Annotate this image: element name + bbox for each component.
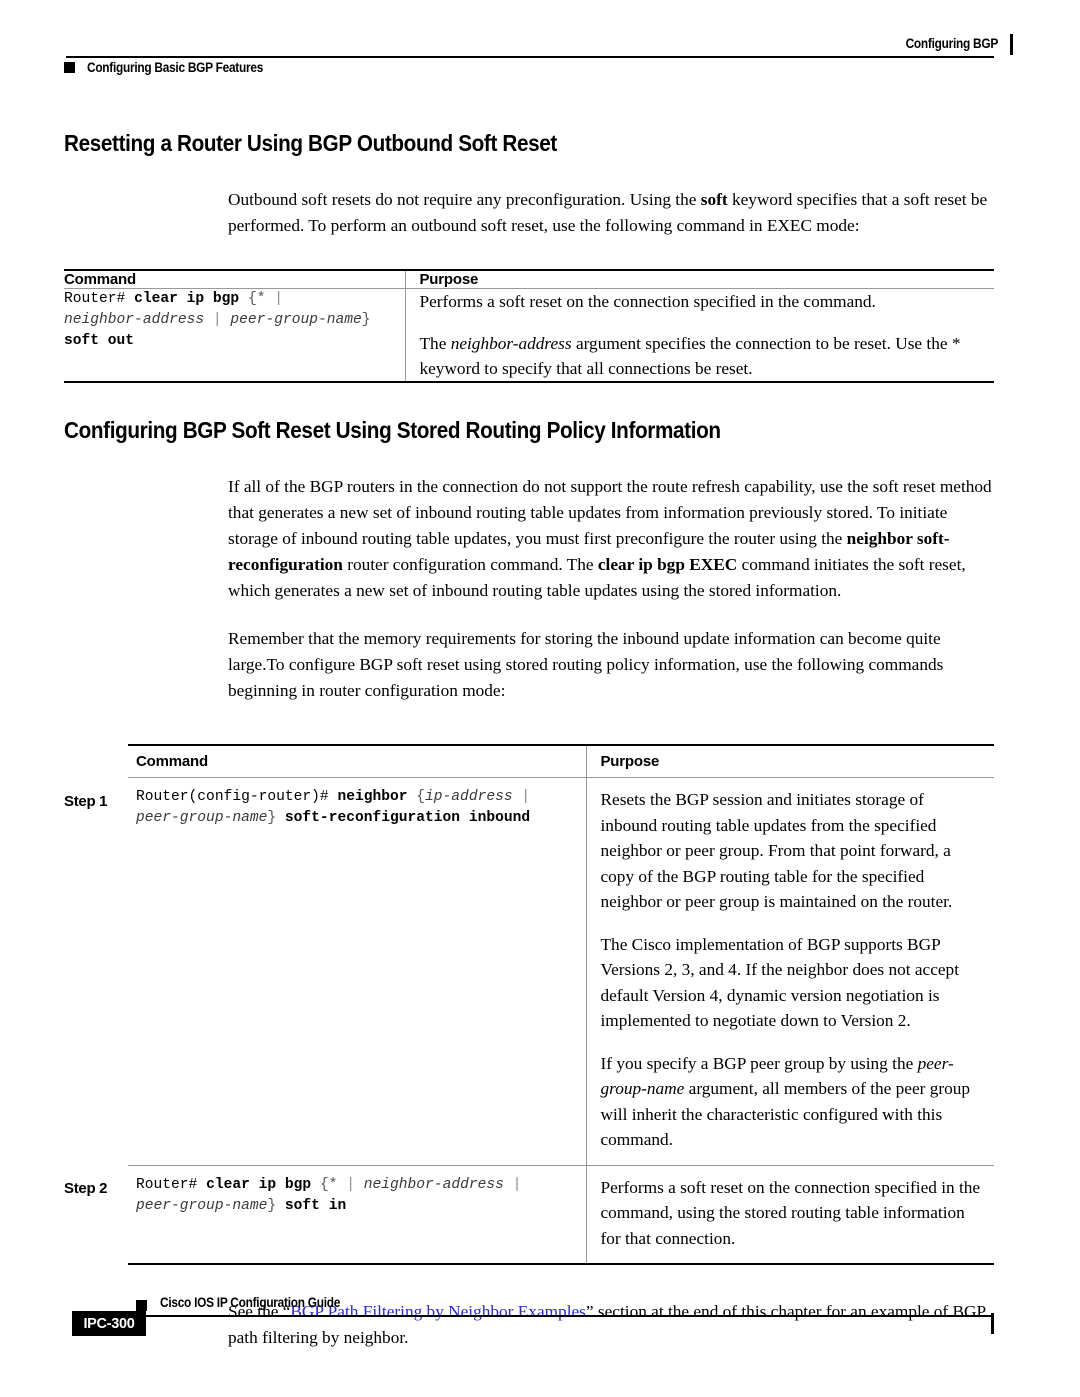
cli-arg-peer-group-name: peer-group-name: [230, 312, 362, 328]
cli-keyword-soft-reconfiguration-inbound: soft-reconfiguration inbound: [284, 810, 531, 826]
step-label: Step 2: [64, 1180, 108, 1197]
cli-open-brace: {*: [247, 291, 266, 307]
command-cell: Router# clear ip bgp {* | neighbor-addres…: [64, 288, 405, 383]
cli-pipe-1: |: [274, 291, 283, 307]
page-title-secondary: Configuring BGP Soft Reset Using Stored …: [64, 417, 721, 443]
column-header-step-spacer: [64, 745, 128, 778]
body-paragraph-1: If all of the BGP routers in the connect…: [228, 474, 994, 604]
table-header-row: Command Purpose: [64, 744, 994, 778]
footer-rule: [136, 1315, 994, 1317]
column-header-purpose: Purpose: [585, 744, 994, 778]
cli-keyword: clear ip bgp: [206, 1176, 312, 1193]
purpose-paragraph: Resets the BGP session and initiates sto…: [600, 790, 953, 911]
purpose-cell: Performs a soft reset on the connection …: [404, 288, 995, 383]
cli-keyword-soft-in: soft in: [284, 1197, 347, 1214]
purpose-cell: Performs a soft reset on the connection …: [585, 1165, 994, 1265]
intro-keyword-soft: soft: [700, 190, 728, 209]
footer-guide-title: Cisco IOS IP Configuration Guide: [160, 1295, 341, 1310]
body-paragraph-2: Remember that the memory requirements fo…: [228, 629, 944, 700]
cli-pipe-1: |: [521, 789, 531, 805]
purpose-paragraph: The Cisco implementation of BGP supports…: [600, 934, 960, 1031]
command-syntax: Router(config-router)# neighbor {ip-addr…: [136, 787, 574, 829]
header-right-tick-mark: [1010, 34, 1013, 55]
p1-part-c: router configuration command. The: [342, 555, 598, 574]
cli-arg-neighbor-address: neighbor-address: [363, 1176, 504, 1193]
table-row: Step 2 Router# clear ip bgp {* | neighbo…: [64, 1165, 994, 1265]
page-number-badge: IPC-300: [72, 1311, 146, 1336]
step-label: Step 1: [64, 792, 108, 810]
purpose-lead: The: [419, 334, 451, 353]
soft-reset-paragraph-block: If all of the BGP routers in the connect…: [228, 474, 994, 704]
intro-paragraph-block: Outbound soft resets do not require any …: [228, 187, 994, 239]
cli-arg-neighbor-address: neighbor-address: [64, 312, 205, 328]
cli-arg-ip-address: ip-address: [425, 789, 513, 805]
command-cell: Router(config-router)# neighbor {ip-addr…: [128, 777, 586, 1166]
column-header-command: Command: [64, 269, 405, 289]
cli-close-brace: }: [267, 1197, 277, 1214]
purpose-paragraph: If you specify a BGP peer group by using…: [601, 1051, 983, 1153]
purpose-arg-neighbor-address: neighbor-address: [450, 334, 572, 353]
footer-right-tick-mark: [991, 1313, 994, 1334]
cli-keyword: clear ip bgp: [134, 291, 240, 307]
purpose-paragraph: The neighbor-address argument specifies …: [420, 331, 995, 381]
stored-routing-policy-steps-table: Command Purpose Step 1 Router(config-rou…: [64, 744, 994, 1265]
table-header-row: Command Purpose: [64, 269, 994, 289]
square-bullet-icon: [136, 1300, 147, 1311]
cli-prompt: Router#: [64, 291, 126, 307]
page-header: Configuring BGP Configuring Basic BGP Fe…: [0, 0, 1080, 92]
intro-lead: Outbound soft resets do not require any …: [228, 190, 701, 209]
purpose-paragraph: Performs a soft reset on the connection …: [419, 292, 876, 311]
page-title: Resetting a Router Using BGP Outbound So…: [64, 130, 557, 156]
cli-prompt: Router(config-router)#: [136, 789, 329, 805]
page-content: Resetting a Router Using BGP Outbound So…: [0, 92, 1080, 1351]
outbound-soft-reset-command-table: Command Purpose Router# clear ip bgp {* …: [64, 269, 994, 383]
cli-arg-peer-group-name: peer-group-name: [136, 810, 268, 826]
header-chapter-title: Configuring BGP: [905, 36, 999, 51]
header-left-group: Configuring Basic BGP Features: [64, 56, 287, 78]
cli-open-brace: {*: [319, 1176, 338, 1193]
table-row: Router# clear ip bgp {* | neighbor-addres…: [64, 288, 995, 383]
table-row: Step 1 Router(config-router)# neighbor {…: [64, 777, 994, 1166]
column-header-command: Command: [128, 744, 586, 778]
cli-arg-peer-group-name: peer-group-name: [136, 1197, 268, 1214]
purpose-lead: If you specify a BGP peer group by using…: [600, 1053, 918, 1073]
cli-pipe-2: |: [212, 312, 222, 328]
purpose-cell: Resets the BGP session and initiates sto…: [585, 777, 994, 1166]
p1-bold-clear-ip-bgp-exec: clear ip bgp EXEC: [597, 555, 738, 574]
cli-close-brace: }: [267, 810, 277, 826]
cli-close-brace: }: [361, 312, 371, 328]
command-syntax: Router# clear ip bgp {* | neighbor-addres…: [64, 289, 405, 352]
header-section-title: Configuring Basic BGP Features: [87, 59, 264, 75]
square-bullet-icon: [64, 61, 75, 73]
cli-pipe-1: |: [346, 1176, 355, 1193]
page-footer: Cisco IOS IP Configuration Guide IPC-300: [0, 1277, 1080, 1397]
cli-open-brace: {: [416, 789, 426, 805]
command-syntax: Router# clear ip bgp {* | neighbor-addre…: [136, 1175, 574, 1217]
cli-pipe-2: |: [512, 1176, 522, 1193]
cli-prompt: Router#: [136, 1176, 198, 1193]
column-header-purpose: Purpose: [404, 269, 994, 289]
command-cell: Router# clear ip bgp {* | neighbor-addre…: [128, 1165, 586, 1265]
cli-keyword-neighbor: neighbor: [337, 789, 408, 805]
purpose-paragraph: Performs a soft reset on the connection …: [600, 1177, 981, 1248]
intro-paragraph: Outbound soft resets do not require any …: [228, 187, 994, 239]
cli-keyword-soft-out: soft out: [64, 333, 135, 349]
